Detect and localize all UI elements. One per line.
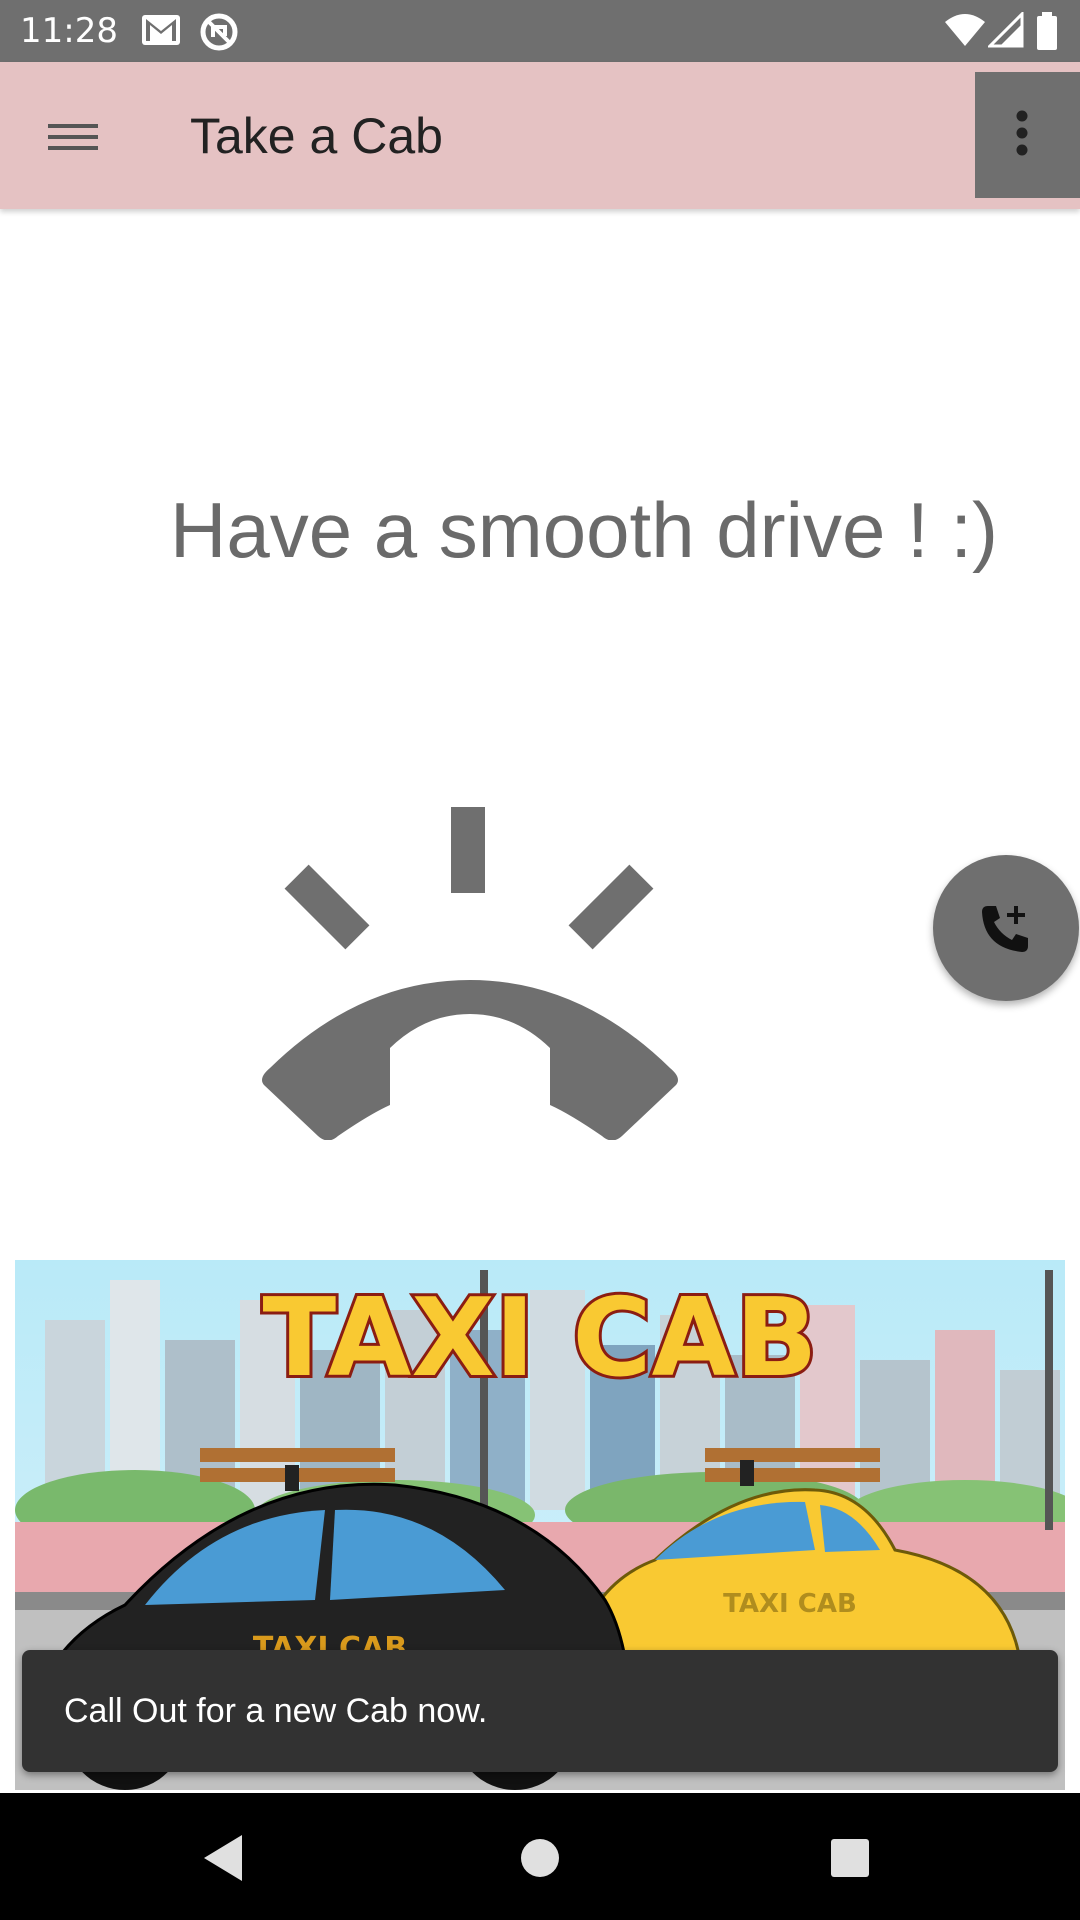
page-title: Take a Cab xyxy=(190,108,443,164)
menu-icon[interactable] xyxy=(40,106,106,166)
snackbar: Call Out for a new Cab now. xyxy=(22,1650,1058,1772)
no-sim-data-icon xyxy=(200,13,238,51)
more-options-button[interactable] xyxy=(975,72,1080,198)
recents-icon[interactable] xyxy=(815,1823,885,1893)
more-vert-icon xyxy=(1016,110,1028,156)
banner-headline: TAXI CAB xyxy=(262,1276,817,1401)
battery-icon xyxy=(1037,12,1057,50)
status-bar: 11:28 xyxy=(0,0,1080,62)
home-icon[interactable] xyxy=(505,1823,575,1893)
tagline-text: Have a smooth drive ! :) xyxy=(170,486,998,574)
snackbar-message: Call Out for a new Cab now. xyxy=(64,1692,488,1730)
app-bar: Take a Cab xyxy=(0,62,1080,209)
back-icon[interactable] xyxy=(190,1823,260,1893)
add-call-icon xyxy=(982,906,1028,952)
signal-icon xyxy=(988,12,1024,48)
status-time: 11:28 xyxy=(20,11,118,51)
wifi-icon xyxy=(945,14,985,46)
navigation-bar xyxy=(0,1793,1080,1920)
gmail-icon xyxy=(142,15,180,45)
yellow-taxi-label: TAXI CAB xyxy=(723,1589,857,1619)
ringing-phone-icon xyxy=(262,807,678,1140)
add-call-button[interactable] xyxy=(933,855,1079,1001)
